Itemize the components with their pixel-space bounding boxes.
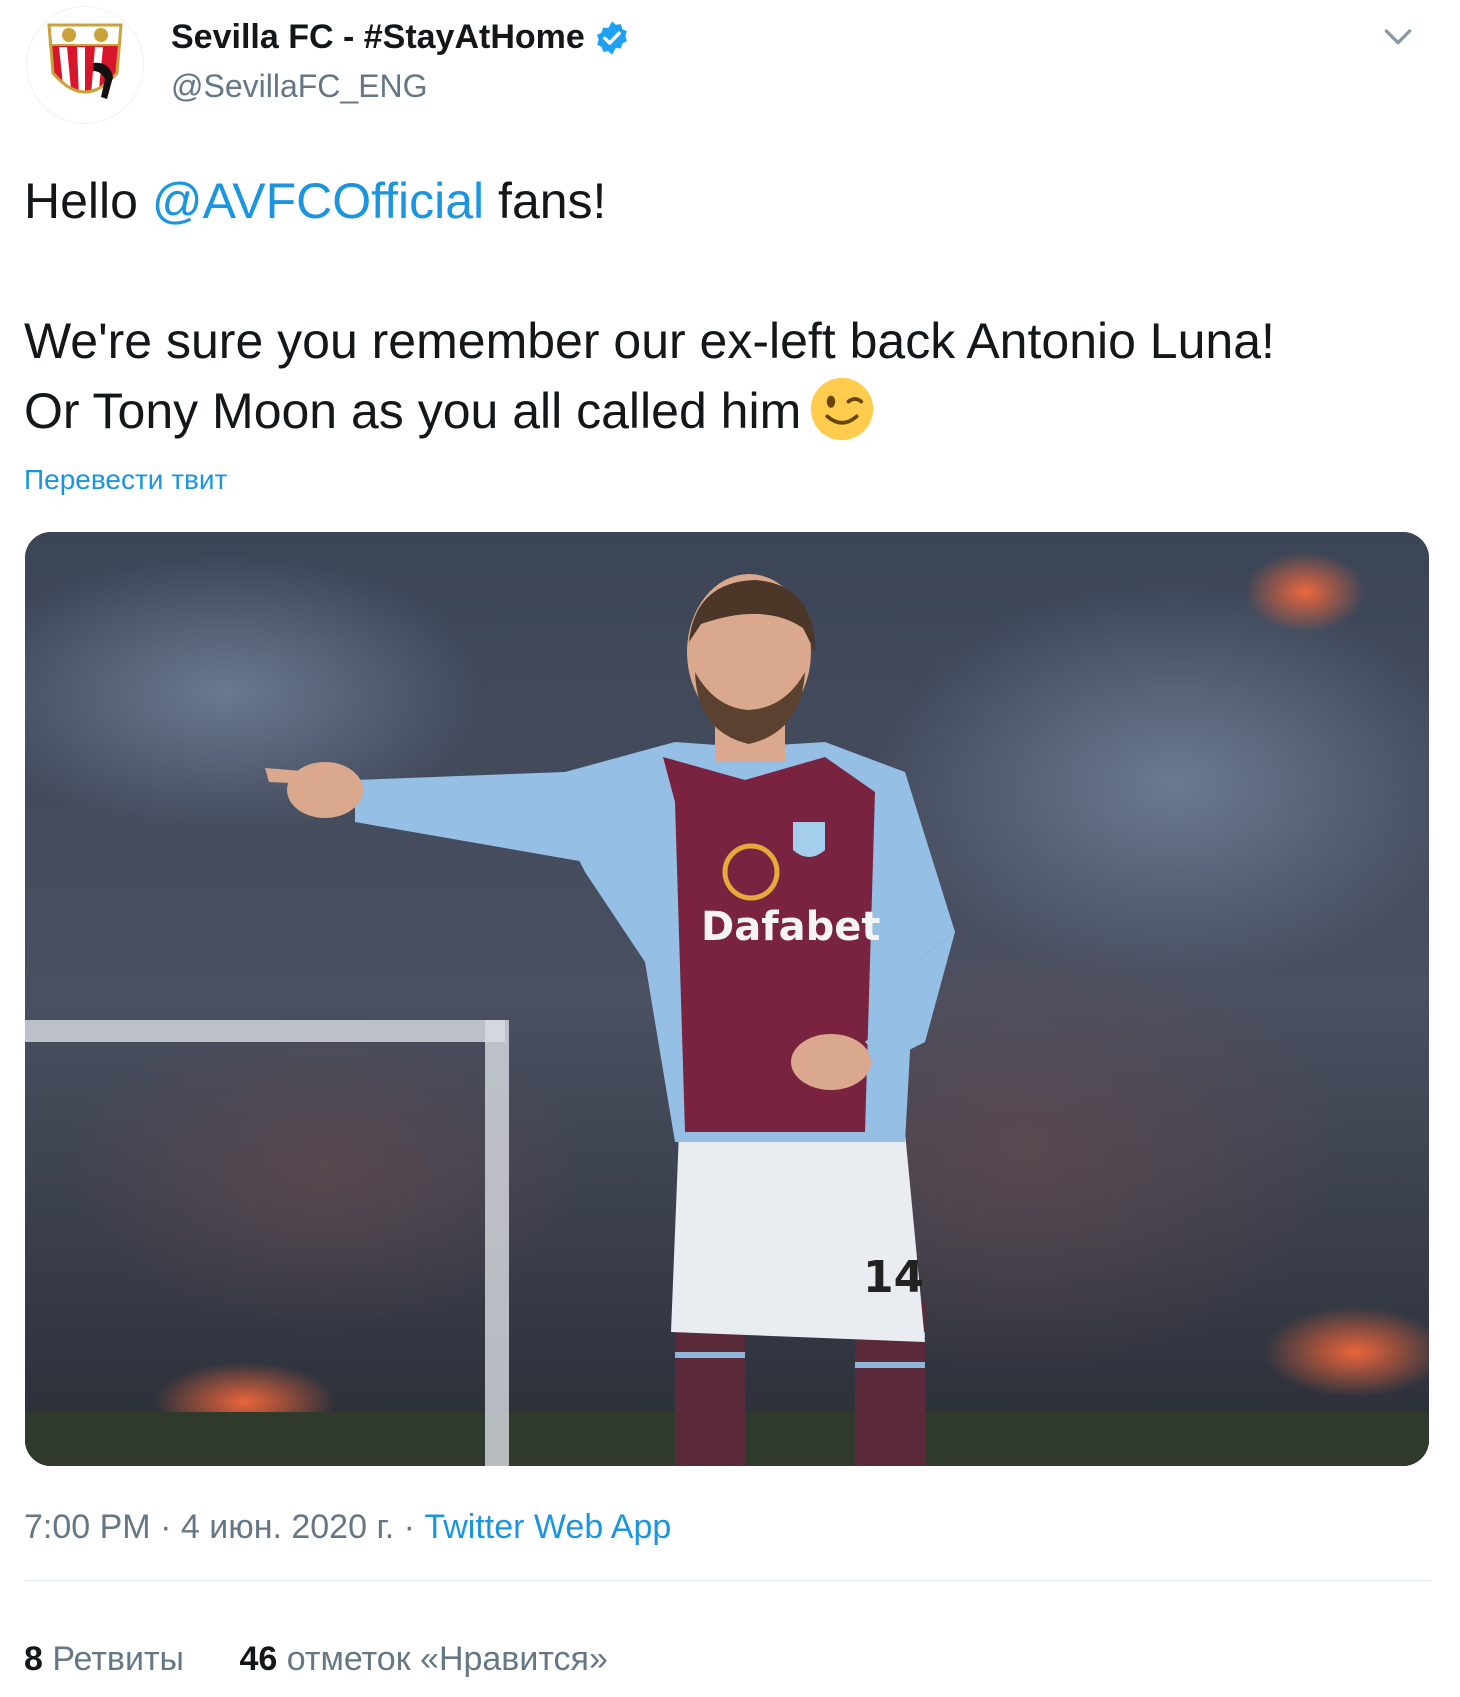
author-name[interactable]: Sevilla FC - #StayAtHome xyxy=(171,18,631,57)
tweet-stats: 8 Ретвиты 46 отметок «Нравится» xyxy=(24,1640,608,1679)
tweet-text-suffix: fans! xyxy=(484,173,607,229)
tweet-date[interactable]: 4 июн. 2020 г. xyxy=(181,1508,394,1546)
tweet-text: Hello @AVFCOfficial fans! We're sure you… xyxy=(24,166,1314,446)
photo-footballer-image: 14 Dafabet xyxy=(25,532,1429,1466)
sevilla-crest-icon xyxy=(47,23,123,99)
retweets-label: Ретвиты xyxy=(52,1640,184,1678)
chevron-down-icon[interactable] xyxy=(1378,16,1418,56)
tweet-header: Sevilla FC - #StayAtHome @SevillaFC_ENG xyxy=(22,0,1432,124)
likes-stat[interactable]: 46 отметок «Нравится» xyxy=(239,1640,607,1679)
retweets-count: 8 xyxy=(24,1640,43,1678)
tweet-greeting: Hello @AVFCOfficial fans! xyxy=(24,166,1314,236)
likes-count: 46 xyxy=(239,1640,278,1678)
tweet-body: We're sure you remember our ex-left back… xyxy=(24,306,1314,446)
tweet-source-link[interactable]: Twitter Web App xyxy=(424,1508,671,1546)
verified-badge-icon xyxy=(596,20,627,55)
mention-link[interactable]: @AVFCOfficial xyxy=(152,173,484,229)
shirt-number: 14 xyxy=(863,1252,924,1303)
author-display-name[interactable]: Sevilla FC - #StayAtHome xyxy=(171,18,585,57)
divider xyxy=(24,1580,1432,1581)
tweet-meta: 7:00 PM · 4 июн. 2020 г. · Twitter Web A… xyxy=(24,1508,671,1547)
tweet-time[interactable]: 7:00 PM xyxy=(24,1508,151,1546)
winking-face-icon xyxy=(811,377,874,441)
meta-separator: · xyxy=(394,1508,425,1546)
avatar[interactable] xyxy=(26,6,144,124)
likes-label: отметок «Нравится» xyxy=(286,1640,608,1678)
shirt-sponsor: Dafabet xyxy=(701,904,880,950)
tweet-photo[interactable]: 14 Dafabet xyxy=(25,532,1429,1466)
translate-tweet-link[interactable]: Перевести твит xyxy=(24,464,227,496)
tweet-text-prefix: Hello xyxy=(24,173,152,229)
meta-separator: · xyxy=(150,1508,181,1546)
author-handle[interactable]: @SevillaFC_ENG xyxy=(171,68,428,105)
tweet-body-text: We're sure you remember our ex-left back… xyxy=(24,313,1275,439)
retweets-stat[interactable]: 8 Ретвиты xyxy=(24,1640,184,1679)
